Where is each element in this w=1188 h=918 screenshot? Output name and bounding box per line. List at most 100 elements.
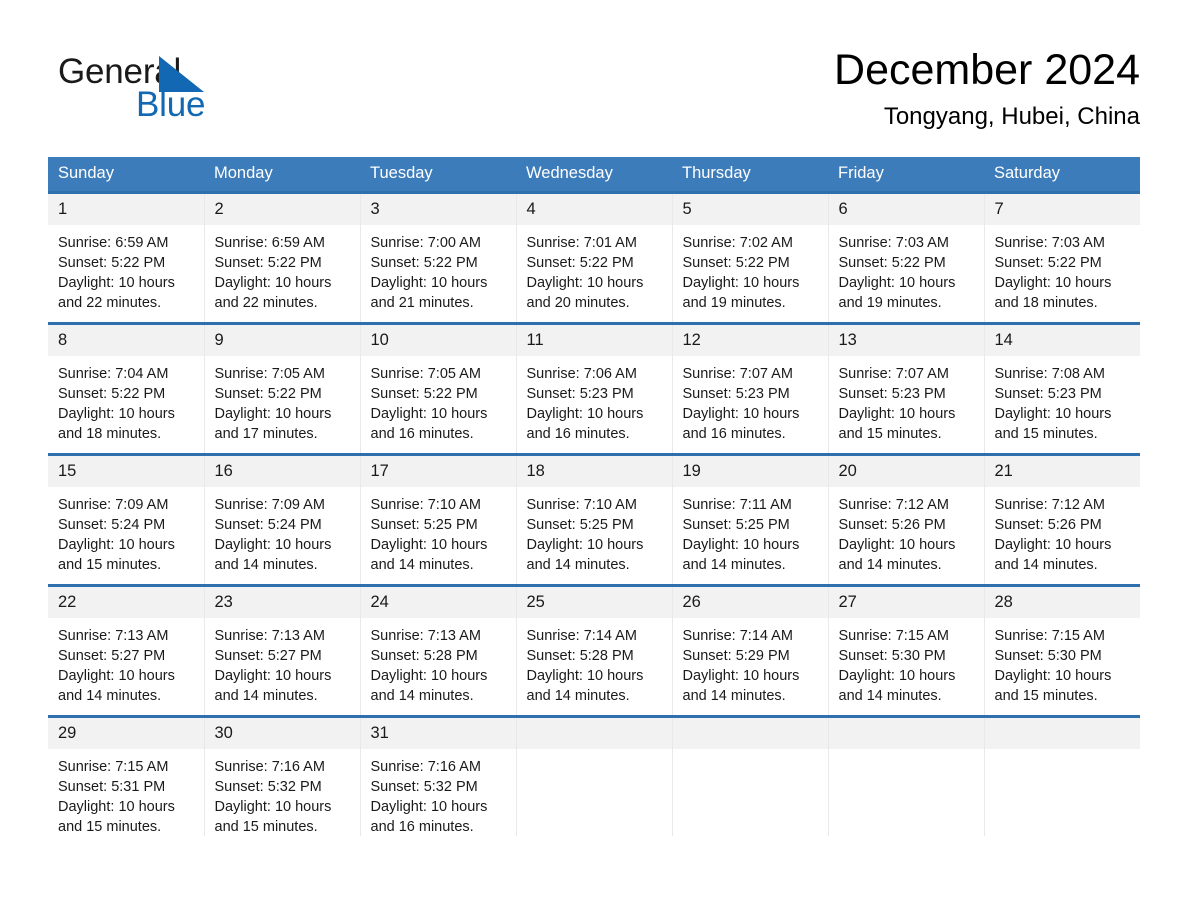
sunrise-text: Sunrise: 7:01 AM [526, 235, 637, 251]
calendar-day-cell[interactable]: 18 Sunrise: 7:10 AM Sunset: 5:25 PM Dayligh… [515, 453, 672, 586]
calendar-day-cell[interactable]: 4 Sunrise: 7:01 AM Sunset: 5:22 PM Daylight… [515, 191, 672, 324]
day-details: Sunrise: 7:00 AM Sunset: 5:22 PM Daylight:… [361, 225, 516, 313]
calendar-day-cell[interactable]: 8 Sunrise: 7:04 AM Sunset: 5:22 PM Daylight… [48, 322, 204, 455]
day-number: 11 [516, 325, 672, 356]
day-cell-inner: 6 Sunrise: 7:03 AM Sunset: 5:22 PM Daylight… [828, 194, 984, 322]
calendar-day-cell[interactable]: 15 Sunrise: 7:09 AM Sunset: 5:24 PM Dayligh… [48, 453, 204, 586]
sunset-text: Sunset: 5:25 PM [682, 517, 790, 533]
brand-name-blue: Blue [136, 85, 206, 124]
calendar-day-cell[interactable]: 25 Sunrise: 7:14 AM Sunset: 5:28 PM Dayligh… [515, 584, 672, 717]
calendar-day-cell[interactable]: 27 Sunrise: 7:15 AM Sunset: 5:30 PM Dayligh… [827, 584, 984, 717]
calendar-day-cell[interactable]: 14 Sunrise: 7:08 AM Sunset: 5:23 PM Dayligh… [983, 322, 1140, 455]
day-details: Sunrise: 7:15 AM Sunset: 5:30 PM Daylight:… [829, 618, 984, 706]
day-cell-inner: 30 Sunrise: 7:16 AM Sunset: 5:32 PM Dayligh… [204, 718, 360, 836]
daylight-text: Daylight: 10 hours and 20 minutes. [526, 275, 644, 311]
weekday-header-sunday: Sunday [48, 157, 204, 193]
day-number [984, 718, 1140, 749]
day-number: 1 [48, 194, 204, 225]
day-cell-inner: 15 Sunrise: 7:09 AM Sunset: 5:24 PM Dayligh… [48, 456, 204, 584]
day-number: 29 [48, 718, 204, 749]
calendar-day-cell[interactable]: 26 Sunrise: 7:14 AM Sunset: 5:29 PM Dayligh… [671, 584, 828, 717]
daylight-text: Daylight: 10 hours and 22 minutes. [214, 275, 332, 311]
calendar-day-cell[interactable]: 7 Sunrise: 7:03 AM Sunset: 5:22 PM Daylight… [983, 191, 1140, 324]
calendar-day-cell-empty [983, 715, 1140, 836]
day-number [828, 718, 984, 749]
daylight-text: Daylight: 10 hours and 14 minutes. [838, 537, 956, 573]
day-number: 21 [984, 456, 1140, 487]
calendar-day-cell[interactable]: 3 Sunrise: 7:00 AM Sunset: 5:22 PM Daylight… [359, 191, 516, 324]
calendar-day-cell[interactable]: 31 Sunrise: 7:16 AM Sunset: 5:32 PM Dayligh… [359, 715, 516, 836]
calendar-day-cell[interactable]: 11 Sunrise: 7:06 AM Sunset: 5:23 PM Dayligh… [515, 322, 672, 455]
calendar-day-cell[interactable]: 5 Sunrise: 7:02 AM Sunset: 5:22 PM Daylight… [671, 191, 828, 324]
daylight-text: Daylight: 10 hours and 16 minutes. [370, 799, 488, 835]
daylight-text: Daylight: 10 hours and 14 minutes. [526, 668, 644, 704]
daylight-text: Daylight: 10 hours and 15 minutes. [58, 537, 175, 573]
sunset-text: Sunset: 5:22 PM [370, 255, 478, 271]
calendar-day-cell[interactable]: 10 Sunrise: 7:05 AM Sunset: 5:22 PM Dayligh… [359, 322, 516, 455]
sunrise-text: Sunrise: 7:00 AM [370, 235, 481, 251]
brand-logo[interactable]: General Blue [58, 52, 348, 132]
sunset-text: Sunset: 5:28 PM [526, 648, 634, 664]
day-cell-inner [672, 718, 828, 836]
sunset-text: Sunset: 5:30 PM [994, 648, 1102, 664]
day-cell-inner: 28 Sunrise: 7:15 AM Sunset: 5:30 PM Dayligh… [984, 587, 1141, 715]
day-number: 28 [984, 587, 1140, 618]
day-number: 13 [828, 325, 984, 356]
calendar-day-cell[interactable]: 29 Sunrise: 7:15 AM Sunset: 5:31 PM Dayligh… [48, 715, 204, 836]
day-details: Sunrise: 7:14 AM Sunset: 5:29 PM Daylight:… [673, 618, 828, 706]
day-cell-inner: 21 Sunrise: 7:12 AM Sunset: 5:26 PM Dayligh… [984, 456, 1140, 584]
day-cell-inner: 7 Sunrise: 7:03 AM Sunset: 5:22 PM Daylight… [984, 194, 1140, 322]
sunrise-text: Sunrise: 6:59 AM [214, 235, 325, 251]
calendar-day-cell[interactable]: 20 Sunrise: 7:12 AM Sunset: 5:26 PM Dayligh… [827, 453, 984, 586]
calendar-day-cell[interactable]: 6 Sunrise: 7:03 AM Sunset: 5:22 PM Daylight… [827, 191, 984, 324]
day-cell-inner: 10 Sunrise: 7:05 AM Sunset: 5:22 PM Dayligh… [360, 325, 516, 453]
calendar-day-cell[interactable]: 12 Sunrise: 7:07 AM Sunset: 5:23 PM Dayligh… [671, 322, 828, 455]
calendar-day-cell[interactable]: 22 Sunrise: 7:13 AM Sunset: 5:27 PM Dayligh… [48, 584, 204, 717]
day-cell-inner: 8 Sunrise: 7:04 AM Sunset: 5:22 PM Daylight… [48, 325, 204, 453]
day-details: Sunrise: 7:12 AM Sunset: 5:26 PM Daylight:… [829, 487, 984, 575]
day-number: 24 [360, 587, 516, 618]
calendar-day-cell[interactable]: 16 Sunrise: 7:09 AM Sunset: 5:24 PM Dayligh… [203, 453, 360, 586]
day-number: 20 [828, 456, 984, 487]
weekday-header-thursday: Thursday [672, 157, 828, 193]
sunset-text: Sunset: 5:22 PM [58, 386, 166, 402]
calendar-day-cell[interactable]: 2 Sunrise: 6:59 AM Sunset: 5:22 PM Daylight… [203, 191, 360, 324]
day-details: Sunrise: 6:59 AM Sunset: 5:22 PM Daylight:… [205, 225, 360, 313]
day-number: 12 [672, 325, 828, 356]
sunrise-text: Sunrise: 7:13 AM [214, 628, 325, 644]
day-number: 16 [204, 456, 360, 487]
calendar-day-cell[interactable]: 28 Sunrise: 7:15 AM Sunset: 5:30 PM Dayligh… [983, 584, 1141, 717]
calendar-day-cell[interactable]: 1 Sunrise: 6:59 AM Sunset: 5:22 PM Daylight… [48, 191, 204, 324]
sunrise-text: Sunrise: 7:07 AM [838, 366, 949, 382]
calendar-day-cell[interactable]: 17 Sunrise: 7:10 AM Sunset: 5:25 PM Dayligh… [359, 453, 516, 586]
daylight-text: Daylight: 10 hours and 14 minutes. [682, 537, 800, 573]
calendar-day-cell[interactable]: 21 Sunrise: 7:12 AM Sunset: 5:26 PM Dayligh… [983, 453, 1140, 586]
day-details: Sunrise: 7:14 AM Sunset: 5:28 PM Daylight:… [517, 618, 672, 706]
sunrise-text: Sunrise: 7:03 AM [994, 235, 1105, 251]
day-cell-inner: 25 Sunrise: 7:14 AM Sunset: 5:28 PM Dayligh… [516, 587, 672, 715]
calendar-week-row: 15 Sunrise: 7:09 AM Sunset: 5:24 PM Dayligh… [48, 453, 1140, 586]
daylight-text: Daylight: 10 hours and 14 minutes. [370, 668, 488, 704]
sunrise-text: Sunrise: 7:07 AM [682, 366, 793, 382]
sunrise-text: Sunrise: 7:16 AM [370, 759, 481, 775]
day-details: Sunrise: 7:01 AM Sunset: 5:22 PM Daylight:… [517, 225, 672, 313]
day-number: 27 [828, 587, 984, 618]
sunset-text: Sunset: 5:22 PM [682, 255, 790, 271]
daylight-text: Daylight: 10 hours and 22 minutes. [58, 275, 175, 311]
daylight-text: Daylight: 10 hours and 17 minutes. [214, 406, 332, 442]
calendar-day-cell[interactable]: 30 Sunrise: 7:16 AM Sunset: 5:32 PM Dayligh… [203, 715, 360, 836]
calendar-day-cell[interactable]: 24 Sunrise: 7:13 AM Sunset: 5:28 PM Dayligh… [359, 584, 516, 717]
sunset-text: Sunset: 5:23 PM [526, 386, 634, 402]
day-cell-inner: 19 Sunrise: 7:11 AM Sunset: 5:25 PM Dayligh… [672, 456, 828, 584]
calendar-day-cell[interactable]: 19 Sunrise: 7:11 AM Sunset: 5:25 PM Dayligh… [671, 453, 828, 586]
daylight-text: Daylight: 10 hours and 14 minutes. [994, 537, 1112, 573]
sunrise-text: Sunrise: 7:11 AM [682, 497, 792, 513]
calendar-day-cell[interactable]: 13 Sunrise: 7:07 AM Sunset: 5:23 PM Dayligh… [827, 322, 984, 455]
calendar-day-cell[interactable]: 9 Sunrise: 7:05 AM Sunset: 5:22 PM Daylight… [203, 322, 360, 455]
calendar-day-cell[interactable]: 23 Sunrise: 7:13 AM Sunset: 5:27 PM Dayligh… [203, 584, 360, 717]
calendar-day-cell-empty [827, 715, 984, 836]
sunrise-text: Sunrise: 7:04 AM [58, 366, 169, 382]
day-details: Sunrise: 7:15 AM Sunset: 5:30 PM Daylight:… [985, 618, 1141, 706]
day-cell-inner: 31 Sunrise: 7:16 AM Sunset: 5:32 PM Dayligh… [360, 718, 516, 836]
day-details: Sunrise: 7:03 AM Sunset: 5:22 PM Daylight:… [829, 225, 984, 313]
